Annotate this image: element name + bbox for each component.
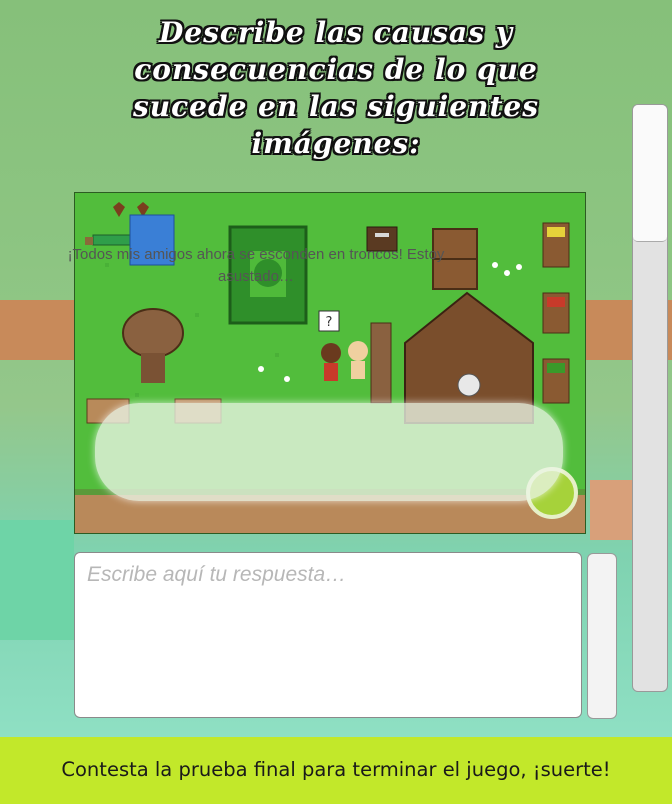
page-scrollbar[interactable] bbox=[632, 104, 668, 692]
water-decoration bbox=[0, 520, 74, 640]
page-scrollbar-thumb[interactable] bbox=[633, 105, 667, 242]
answer-textarea[interactable]: Escribe aquí tu respuesta… bbox=[74, 552, 582, 718]
dialog-box bbox=[95, 403, 563, 501]
tree-trunk-decoration bbox=[0, 300, 80, 360]
dialog-text: ¡Todos mis amigos ahora se esconden en t… bbox=[67, 246, 445, 285]
footer-message: Contesta la prueba final para terminar e… bbox=[61, 758, 611, 781]
answer-scrollbar[interactable] bbox=[587, 553, 617, 719]
npc-question-bubble: ? bbox=[326, 315, 333, 330]
answer-placeholder: Escribe aquí tu respuesta… bbox=[87, 563, 347, 586]
page-title: Describe las causas y consecuencias de l… bbox=[133, 16, 539, 160]
